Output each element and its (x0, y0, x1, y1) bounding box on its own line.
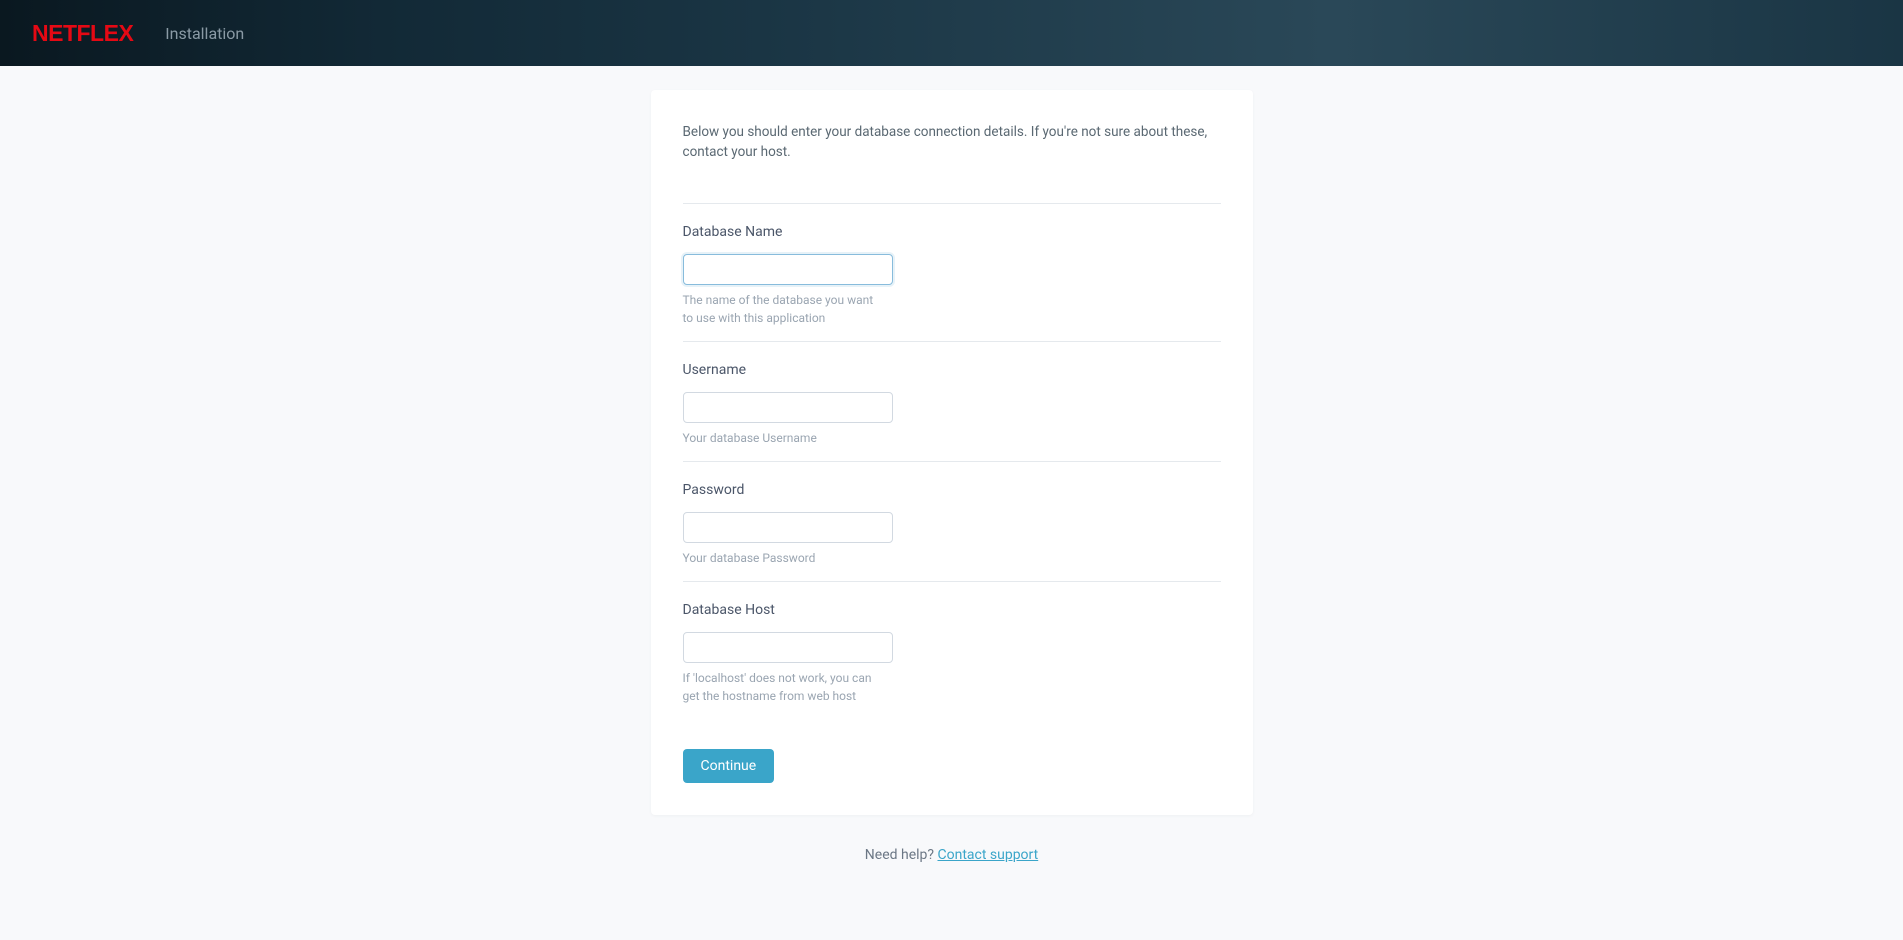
header: NETFLEX Installation (0, 0, 1903, 66)
installation-card: Below you should enter your database con… (651, 90, 1253, 815)
logo: NETFLEX (32, 20, 133, 47)
continue-button[interactable]: Continue (683, 749, 775, 783)
db-host-input[interactable] (683, 632, 893, 663)
password-input[interactable] (683, 512, 893, 543)
footer-text: Need help? (865, 847, 938, 863)
field-group-password: Password Your database Password (683, 461, 1221, 581)
password-label: Password (683, 482, 1221, 498)
field-group-db-name: Database Name The name of the database y… (683, 203, 1221, 341)
password-help: Your database Password (683, 549, 883, 567)
db-name-help: The name of the database you want to use… (683, 291, 883, 327)
db-name-input[interactable] (683, 254, 893, 285)
db-host-help: If 'localhost' does not work, you can ge… (683, 669, 883, 705)
field-group-username: Username Your database Username (683, 341, 1221, 461)
field-group-db-host: Database Host If 'localhost' does not wo… (683, 581, 1221, 719)
footer: Need help? Contact support (0, 847, 1903, 863)
contact-support-link[interactable]: Contact support (937, 847, 1038, 863)
page-title: Installation (165, 24, 244, 43)
db-name-label: Database Name (683, 224, 1221, 240)
db-host-label: Database Host (683, 602, 1221, 618)
username-help: Your database Username (683, 429, 883, 447)
intro-text: Below you should enter your database con… (683, 122, 1221, 163)
button-row: Continue (683, 749, 1221, 783)
username-label: Username (683, 362, 1221, 378)
username-input[interactable] (683, 392, 893, 423)
